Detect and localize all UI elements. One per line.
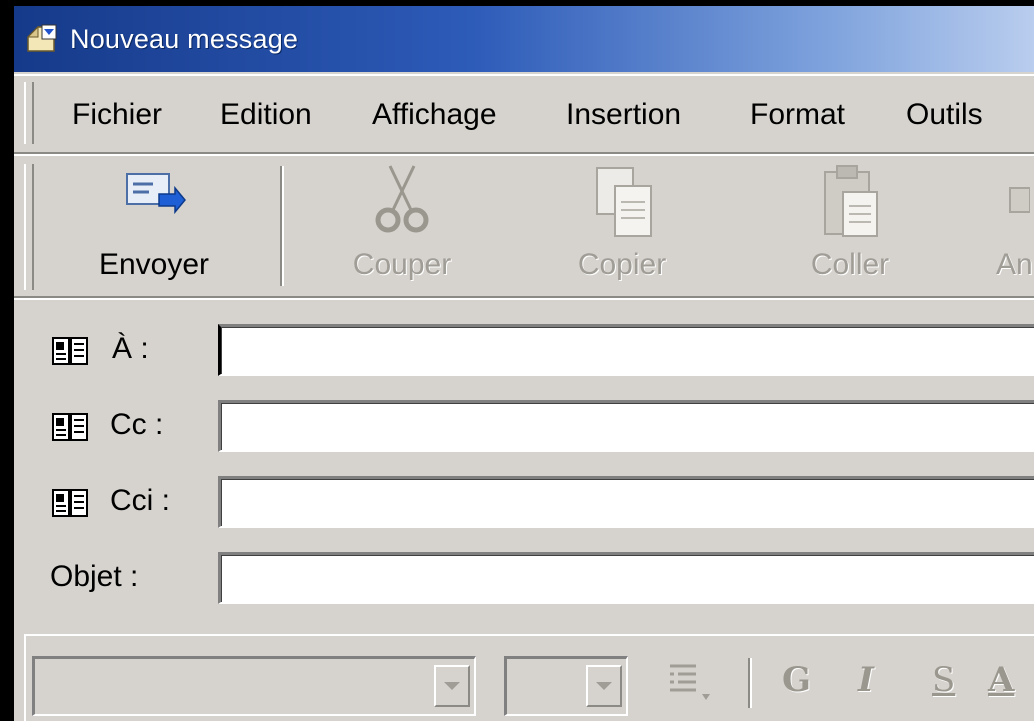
- bcc-input[interactable]: [218, 476, 1034, 528]
- standard-toolbar: Envoyer Couper Copier Coller An: [14, 156, 1034, 296]
- bold-button[interactable]: G: [782, 660, 811, 700]
- bcc-label: Cci :: [110, 484, 170, 517]
- address-book-icon[interactable]: [52, 488, 88, 520]
- copy-icon: [596, 167, 652, 237]
- dropdown-arrow-icon[interactable]: [434, 665, 470, 707]
- address-book-icon[interactable]: [52, 412, 88, 444]
- title-bar[interactable]: Nouveau message: [14, 6, 1034, 72]
- to-label: À :: [112, 332, 149, 365]
- format-separator: [748, 658, 752, 708]
- menu-bar: Fichier Edition Affichage Insertion Form…: [14, 74, 1034, 154]
- toolbar-separator: [280, 166, 284, 286]
- font-color-button[interactable]: A: [988, 660, 1014, 700]
- cc-label: Cc :: [110, 408, 164, 441]
- to-row: À :: [14, 324, 1034, 384]
- address-book-icon[interactable]: [52, 336, 88, 368]
- toolbar-grip[interactable]: [24, 164, 34, 290]
- copy-label: Copier: [577, 248, 667, 281]
- menubar-grip[interactable]: [24, 82, 34, 144]
- menu-format[interactable]: Format: [750, 98, 845, 132]
- window-title: Nouveau message: [70, 23, 299, 54]
- dropdown-arrow-icon[interactable]: [586, 665, 622, 707]
- menu-insertion[interactable]: Insertion: [566, 98, 681, 132]
- font-name-select[interactable]: [32, 656, 476, 716]
- subject-row: Objet :: [14, 552, 1034, 612]
- formatting-toolbar: G I S A: [24, 634, 1034, 721]
- menu-affichage[interactable]: Affichage: [372, 98, 497, 132]
- scissors-icon: [375, 165, 429, 233]
- partial-button-icon: [1009, 187, 1030, 213]
- to-input[interactable]: [218, 324, 1034, 376]
- paste-label: Coller: [810, 248, 890, 281]
- toolbar-divider: [14, 296, 1034, 300]
- underline-button[interactable]: S: [932, 660, 955, 700]
- cc-input[interactable]: [218, 400, 1034, 452]
- cut-button[interactable]: Couper: [314, 156, 490, 296]
- italic-button[interactable]: I: [858, 660, 874, 700]
- cut-label: Couper: [352, 248, 452, 281]
- subject-label: Objet :: [50, 560, 139, 593]
- send-icon: [126, 173, 186, 215]
- font-size-select[interactable]: [504, 656, 628, 716]
- subject-input[interactable]: [218, 552, 1034, 604]
- menu-outils[interactable]: Outils: [906, 98, 983, 132]
- cc-row: Cc :: [14, 400, 1034, 460]
- menu-fichier[interactable]: Fichier: [72, 98, 162, 132]
- paste-button[interactable]: Coller: [762, 156, 938, 296]
- list-icon[interactable]: [666, 660, 716, 708]
- menu-edition[interactable]: Edition: [220, 98, 312, 132]
- bcc-row: Cci :: [14, 476, 1034, 536]
- partial-toolbar-button[interactable]: An: [984, 156, 1034, 296]
- send-button[interactable]: Envoyer: [66, 156, 242, 296]
- copy-button[interactable]: Copier: [534, 156, 710, 296]
- compose-window: Nouveau message Fichier Edition Affichag…: [14, 6, 1034, 721]
- clipboard-icon: [824, 165, 878, 237]
- send-label: Envoyer: [98, 248, 210, 281]
- app-compose-icon: [26, 24, 57, 52]
- partial-toolbar-label: An: [996, 248, 1033, 281]
